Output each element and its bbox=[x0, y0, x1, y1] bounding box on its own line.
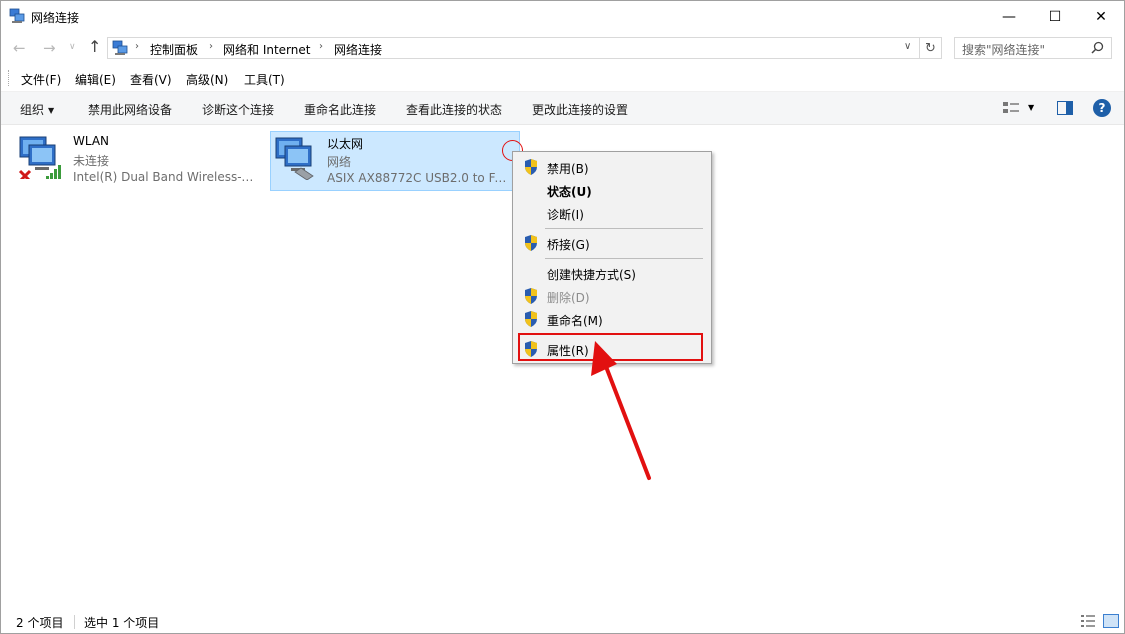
command-bar: 组织 ▼ 禁用此网络设备 诊断这个连接 重命名此连接 查看此连接的状态 更改此连接… bbox=[1, 92, 1124, 125]
minimize-button[interactable]: — bbox=[986, 1, 1032, 32]
view-options-caret-icon[interactable]: ▼ bbox=[1028, 103, 1034, 112]
details-view-icon[interactable] bbox=[1081, 615, 1095, 627]
up-arrow-icon[interactable]: ↑ bbox=[88, 37, 101, 56]
ctx-label: 创建快捷方式(S) bbox=[547, 268, 636, 282]
help-icon[interactable]: ? bbox=[1093, 99, 1111, 117]
ctx-label: 桥接(G) bbox=[547, 238, 590, 252]
organize-label: 组织 bbox=[20, 103, 45, 117]
close-button[interactable]: ✕ bbox=[1078, 1, 1124, 32]
title-bar: 网络连接 — ☐ ✕ bbox=[1, 1, 1124, 32]
refresh-button[interactable]: ↻ bbox=[920, 37, 942, 59]
ctx-status[interactable]: 状态(U) bbox=[515, 179, 709, 201]
connection-item-ethernet[interactable]: 以太网 网络 ASIX AX88772C USB2.0 to Fast... bbox=[270, 131, 520, 191]
selected-count: 选中 1 个项目 bbox=[84, 616, 160, 630]
menu-view[interactable]: 查看(V) bbox=[130, 71, 172, 88]
change-view-icon[interactable] bbox=[1003, 101, 1019, 115]
ctx-label: 删除(D) bbox=[547, 291, 590, 305]
connection-status: 未连接 bbox=[73, 154, 110, 168]
organize-button[interactable]: 组织 ▼ bbox=[20, 101, 54, 118]
ctx-separator bbox=[545, 228, 703, 229]
connection-status: 网络 bbox=[327, 155, 352, 169]
menu-tools[interactable]: 工具(T) bbox=[244, 71, 285, 88]
diagnose-button[interactable]: 诊断这个连接 bbox=[202, 101, 274, 118]
connection-name: WLAN bbox=[73, 134, 110, 148]
connection-device: ASIX AX88772C USB2.0 to Fast... bbox=[327, 171, 513, 185]
breadcrumb-separator-icon[interactable]: › bbox=[319, 41, 323, 52]
address-row: ← → ∨ ↑ › 控制面板 › 网络和 Internet › 网络连接 ∨ ↻… bbox=[1, 32, 1124, 64]
maximize-button[interactable]: ☐ bbox=[1032, 1, 1078, 32]
ctx-create-shortcut[interactable]: 创建快捷方式(S) bbox=[515, 262, 709, 284]
organize-caret-icon: ▼ bbox=[48, 106, 55, 115]
large-icons-view-icon[interactable] bbox=[1103, 614, 1119, 628]
view-status-button[interactable]: 查看此连接的状态 bbox=[406, 101, 502, 118]
search-input[interactable]: 搜索"网络连接" bbox=[954, 37, 1112, 59]
ctx-rename[interactable]: 重命名(M) bbox=[515, 308, 709, 330]
forward-arrow-icon[interactable]: → bbox=[43, 39, 56, 57]
ctx-diagnose[interactable]: 诊断(I) bbox=[515, 202, 709, 224]
menu-bar: 文件(F) 编辑(E) 查看(V) 高级(N) 工具(T) bbox=[1, 64, 1124, 92]
uac-shield-icon bbox=[525, 159, 537, 175]
rename-button[interactable]: 重命名此连接 bbox=[304, 101, 376, 118]
breadcrumb-control-panel[interactable]: 控制面板 bbox=[150, 41, 198, 58]
wireless-adapter-icon bbox=[18, 136, 61, 179]
uac-shield-icon bbox=[525, 235, 537, 251]
search-placeholder: 搜索"网络连接" bbox=[962, 43, 1046, 57]
menu-advanced[interactable]: 高级(N) bbox=[186, 71, 228, 88]
control-panel-icon bbox=[112, 40, 128, 55]
ctx-disable[interactable]: 禁用(B) bbox=[515, 156, 709, 178]
menu-edit[interactable]: 编辑(E) bbox=[75, 71, 116, 88]
change-settings-button[interactable]: 更改此连接的设置 bbox=[532, 101, 628, 118]
network-connections-icon bbox=[9, 8, 25, 23]
breadcrumb-separator-icon[interactable]: › bbox=[209, 41, 213, 52]
explorer-window: 网络连接 — ☐ ✕ ← → ∨ ↑ › 控制面板 › 网络和 Internet… bbox=[0, 0, 1125, 634]
recent-locations-chevron-icon[interactable]: ∨ bbox=[69, 42, 76, 52]
uac-shield-icon bbox=[525, 288, 537, 304]
menu-file[interactable]: 文件(F) bbox=[21, 71, 61, 88]
ctx-separator bbox=[545, 258, 703, 259]
menu-grip bbox=[8, 70, 10, 86]
ctx-bridge[interactable]: 桥接(G) bbox=[515, 232, 709, 254]
breadcrumb-network-internet[interactable]: 网络和 Internet bbox=[223, 41, 310, 58]
breadcrumb-separator-icon[interactable]: › bbox=[135, 41, 139, 52]
search-icon bbox=[1091, 41, 1104, 54]
ctx-label: 禁用(B) bbox=[547, 162, 589, 176]
item-count: 2 个项目 bbox=[16, 616, 64, 630]
status-separator bbox=[74, 615, 75, 629]
address-dropdown-chevron-icon[interactable]: ∨ bbox=[904, 41, 911, 52]
window-title: 网络连接 bbox=[31, 11, 80, 25]
preview-pane-icon[interactable] bbox=[1057, 101, 1073, 115]
uac-shield-icon bbox=[525, 311, 537, 327]
ctx-label: 状态(U) bbox=[547, 185, 592, 199]
ethernet-adapter-icon bbox=[275, 137, 314, 180]
connection-name: 以太网 bbox=[327, 137, 364, 151]
back-arrow-icon[interactable]: ← bbox=[13, 39, 26, 57]
annotation-arrow-icon bbox=[591, 341, 651, 480]
address-bar[interactable]: › 控制面板 › 网络和 Internet › 网络连接 ∨ bbox=[107, 37, 920, 59]
connection-item-wlan[interactable]: WLAN 未连接 Intel(R) Dual Band Wireless-A..… bbox=[17, 131, 262, 191]
disable-device-button[interactable]: 禁用此网络设备 bbox=[88, 101, 172, 118]
breadcrumb-network-connections[interactable]: 网络连接 bbox=[334, 41, 382, 58]
ctx-label: 重命名(M) bbox=[547, 314, 603, 328]
refresh-icon: ↻ bbox=[925, 40, 936, 56]
connection-device: Intel(R) Dual Band Wireless-A... bbox=[73, 170, 259, 184]
ctx-delete: 删除(D) bbox=[515, 285, 709, 307]
ctx-label: 诊断(I) bbox=[547, 208, 584, 222]
status-bar: 2 个项目 选中 1 个项目 bbox=[1, 609, 1124, 633]
